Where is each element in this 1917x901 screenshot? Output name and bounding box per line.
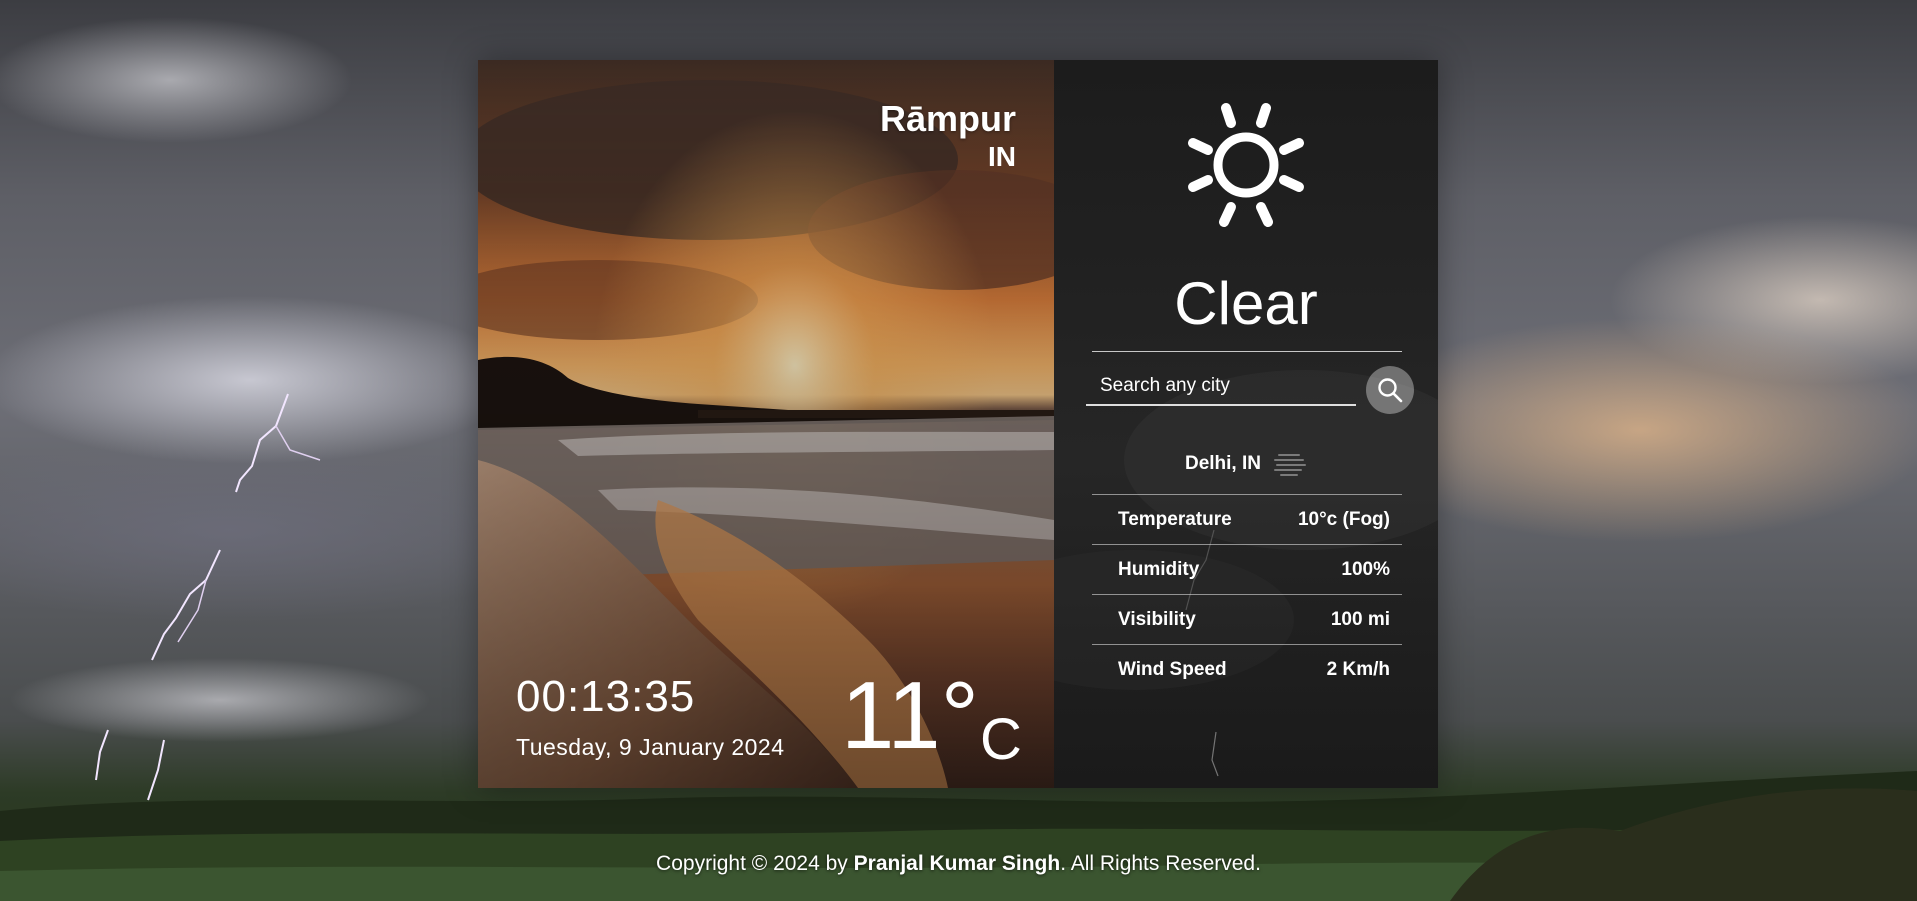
detail-value: 2 Km/h — [1326, 658, 1390, 680]
sun-icon — [1188, 103, 1304, 227]
detail-label: Visibility — [1118, 608, 1196, 630]
country-code: IN — [988, 141, 1016, 172]
detail-row-wind-speed: Wind Speed 2 Km/h — [1092, 644, 1402, 694]
weather-condition: Clear — [1174, 270, 1318, 337]
city-name: Rāmpur — [879, 98, 1016, 139]
author-name: Pranjal Kumar Singh — [853, 852, 1061, 875]
copyright-prefix: Copyright © 2024 by — [656, 852, 854, 875]
detail-value: 100 mi — [1330, 608, 1390, 630]
current-time: 00:13:35 — [516, 672, 696, 721]
location-block: Rāmpur IN — [880, 98, 1016, 174]
current-date: Tuesday, 9 January 2024 — [516, 734, 785, 760]
city-search-input[interactable] — [1086, 368, 1356, 406]
current-weather-panel: Rāmpur IN 00:13:35 Tuesday, 9 January 20… — [478, 60, 1054, 788]
copyright-footer: Copyright © 2024 by Pranjal Kumar Singh.… — [0, 852, 1917, 876]
search-icon — [1378, 378, 1403, 403]
lightning-bolt — [95, 393, 321, 801]
weather-details-list: Temperature 10°c (Fog) Humidity 100% Vis… — [1092, 494, 1402, 694]
fog-icon — [1274, 454, 1306, 476]
detail-row-humidity: Humidity 100% — [1092, 544, 1402, 594]
detail-label: Humidity — [1118, 558, 1200, 580]
search-button[interactable] — [1366, 366, 1414, 414]
temperature-unit: C — [980, 707, 1022, 772]
detail-label: Temperature — [1118, 508, 1232, 530]
forecast-panel: Clear Delhi, IN — [1054, 60, 1438, 788]
detail-label: Wind Speed — [1118, 658, 1227, 680]
detail-value: 100% — [1341, 558, 1390, 580]
copyright-suffix: . All Rights Reserved. — [1060, 852, 1261, 875]
current-temperature: 11° — [841, 662, 980, 769]
weather-card: Rāmpur IN 00:13:35 Tuesday, 9 January 20… — [478, 60, 1438, 788]
search-result-location: Delhi, IN — [1054, 451, 1438, 477]
result-location-label: Delhi, IN — [1184, 453, 1261, 474]
detail-row-temperature: Temperature 10°c (Fog) — [1092, 494, 1402, 544]
divider — [1092, 351, 1402, 352]
detail-row-visibility: Visibility 100 mi — [1092, 594, 1402, 644]
detail-value: 10°c (Fog) — [1297, 508, 1390, 530]
